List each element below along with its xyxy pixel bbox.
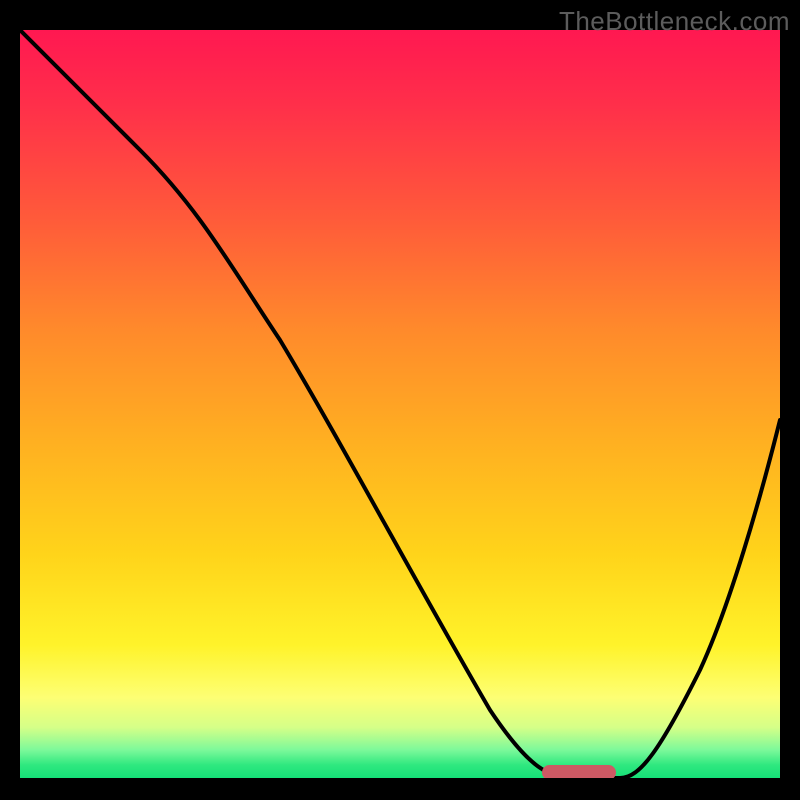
curve-path bbox=[20, 30, 780, 778]
plot-area bbox=[20, 30, 780, 780]
bottleneck-curve bbox=[20, 30, 780, 780]
x-axis-baseline bbox=[20, 778, 780, 782]
chart-frame: TheBottleneck.com bbox=[0, 0, 800, 800]
watermark-label: TheBottleneck.com bbox=[559, 6, 790, 37]
